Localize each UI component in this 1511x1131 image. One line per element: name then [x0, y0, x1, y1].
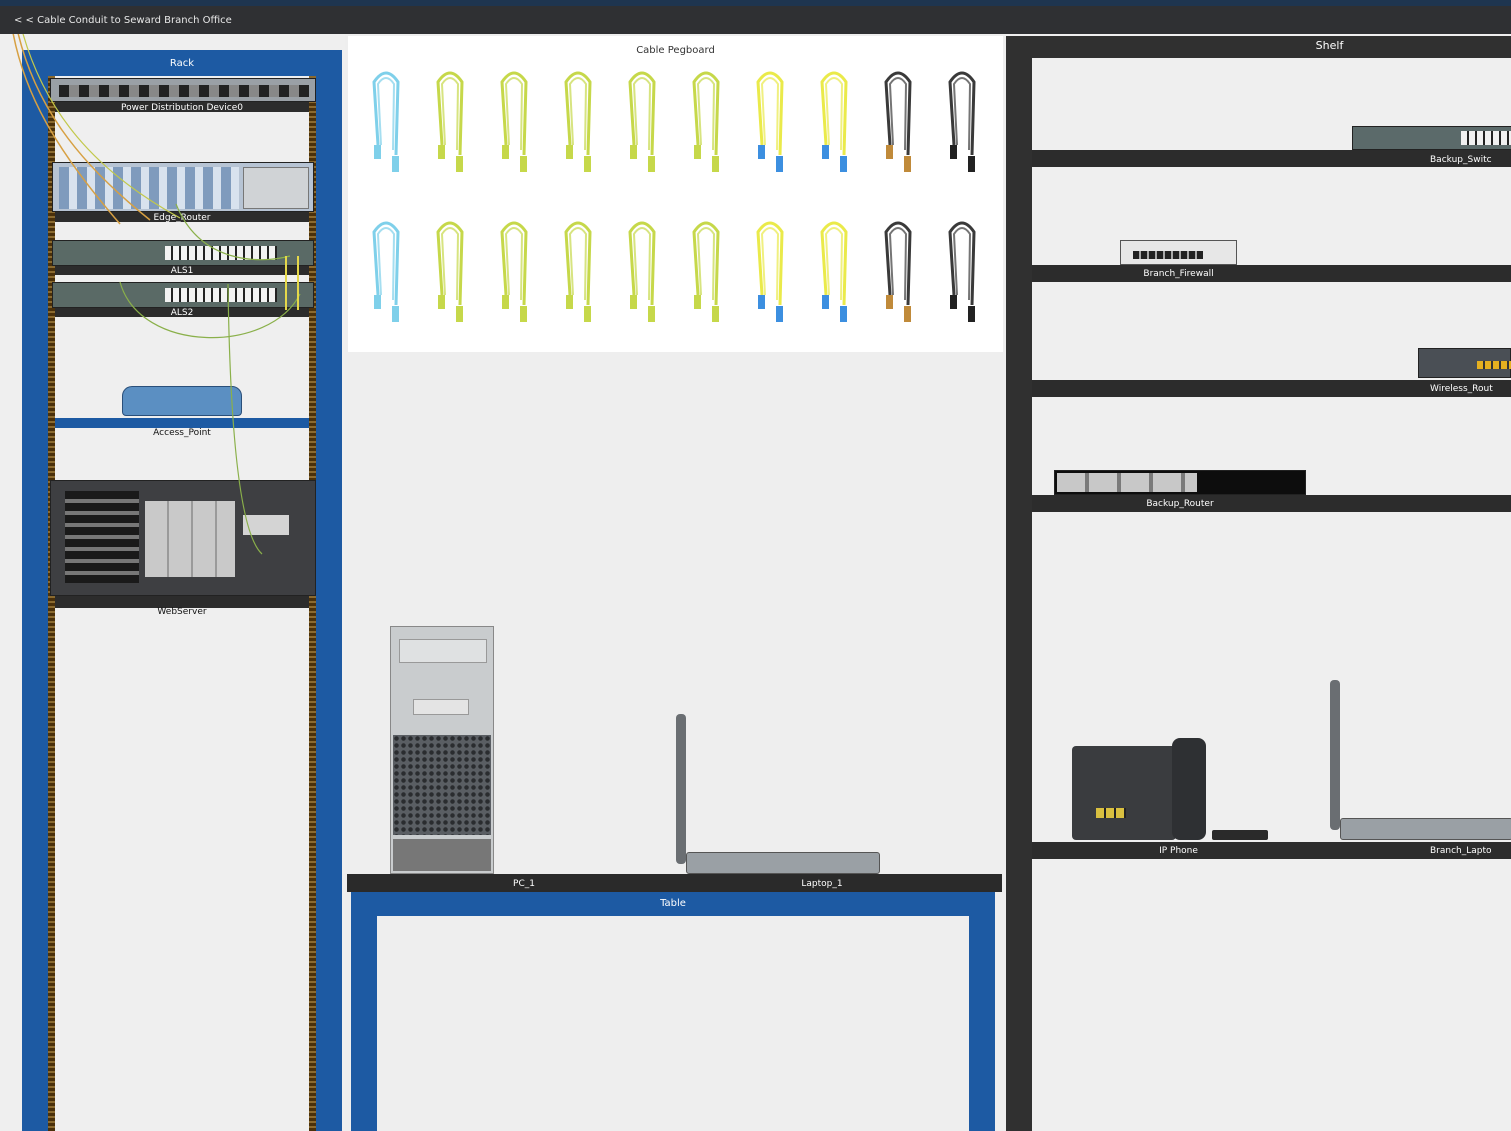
- shelf-left-post: [1006, 36, 1032, 1131]
- pc-1-label: PC_1: [513, 879, 535, 889]
- branch-laptop-screen: [1330, 680, 1340, 830]
- rack-cabling: [12, 34, 301, 555]
- straight-through-cable-2-4[interactable]: [564, 221, 592, 322]
- conduit-cable-3: [22, 34, 181, 219]
- ip-phone-adapter: [1212, 830, 1268, 840]
- physical-view-toolbar: < < Cable Conduit to Seward Branch Offic…: [0, 6, 1511, 34]
- ip-phone[interactable]: [1072, 738, 1206, 840]
- fiber-cable-2-8[interactable]: [820, 221, 848, 322]
- wireless-router-label: Wireless_Rout: [1430, 384, 1493, 394]
- branch-laptop-base: [1340, 818, 1511, 840]
- conduit-cable-2: [17, 34, 151, 221]
- pc-vent-grille: [393, 735, 491, 835]
- straight-through-cable-2-3[interactable]: [500, 221, 528, 322]
- coaxial-cable-2-9[interactable]: [884, 221, 912, 322]
- pc-io-panel: [393, 839, 491, 871]
- laptop-1-screen: [676, 714, 686, 864]
- straight-through-cable-2-2[interactable]: [436, 221, 464, 322]
- wireless-router-ports: [1477, 361, 1511, 369]
- backup-router-modules: [1057, 473, 1197, 492]
- branch-firewall-label: Branch_Firewall: [1143, 269, 1214, 279]
- ip-phone-handset: [1172, 738, 1206, 840]
- straight-through-cable-1-3[interactable]: [500, 71, 528, 172]
- pc-1[interactable]: [390, 626, 494, 874]
- table-title: Table: [660, 898, 686, 909]
- branch-firewall[interactable]: [1120, 240, 1237, 265]
- firewall-ports: [1133, 251, 1203, 259]
- table-right-leg: [969, 916, 995, 1131]
- router-als-cable: [175, 203, 291, 261]
- shelf-title: Shelf: [1315, 39, 1344, 52]
- crossover-cable-1-5[interactable]: [628, 71, 656, 172]
- pc-drive-bay: [399, 639, 487, 663]
- als-ap-cable: [119, 281, 301, 339]
- pc-drive-bay-2: [413, 699, 469, 715]
- ip-phone-body: [1072, 746, 1176, 840]
- crossover-cable-2-6[interactable]: [692, 221, 720, 322]
- backup-switch-label: Backup_Switc: [1430, 155, 1492, 165]
- ip-phone-ports: [1096, 808, 1126, 818]
- shelf-level-2: [1032, 265, 1511, 282]
- fiber-cable-1-7[interactable]: [756, 71, 784, 172]
- laptop-1-label: Laptop_1: [801, 879, 843, 889]
- fiber-link: [285, 256, 299, 310]
- usb-cable-1-10[interactable]: [948, 71, 976, 172]
- usb-cable-2-10[interactable]: [948, 221, 976, 322]
- back-to-conduit-link[interactable]: < < Cable Conduit to Seward Branch Offic…: [14, 15, 232, 26]
- wireless-router[interactable]: [1418, 348, 1511, 378]
- rack: Rack Power Distribution Device0 Edge_Rou…: [0, 34, 345, 1131]
- crossover-cable-2-5[interactable]: [628, 221, 656, 322]
- laptop-1[interactable]: [674, 714, 880, 874]
- console-cable-1-1[interactable]: [372, 71, 400, 172]
- backup-router-label: Backup_Router: [1146, 499, 1214, 509]
- branch-laptop[interactable]: [1328, 680, 1511, 840]
- ip-phone-label: IP Phone: [1159, 846, 1198, 856]
- table-left-leg: [351, 916, 377, 1131]
- als-server-cable: [227, 283, 263, 555]
- crossover-cable-1-6[interactable]: [692, 71, 720, 172]
- pegboard-title: Cable Pegboard: [636, 45, 715, 56]
- branch-laptop-label: Branch_Lapto: [1430, 846, 1492, 856]
- laptop-1-base: [686, 852, 880, 874]
- fiber-cable-1-8[interactable]: [820, 71, 848, 172]
- backup-switch-ports: [1461, 131, 1511, 145]
- coaxial-cable-1-9[interactable]: [884, 71, 912, 172]
- fiber-cable-2-7[interactable]: [756, 221, 784, 322]
- backup-router[interactable]: [1054, 470, 1306, 495]
- backup-switch[interactable]: [1352, 126, 1511, 150]
- pegboard-cables: [372, 71, 976, 322]
- console-cable-2-1[interactable]: [372, 221, 400, 322]
- table-top: [347, 874, 1002, 892]
- straight-through-cable-1-4[interactable]: [564, 71, 592, 172]
- straight-through-cable-1-2[interactable]: [436, 71, 464, 172]
